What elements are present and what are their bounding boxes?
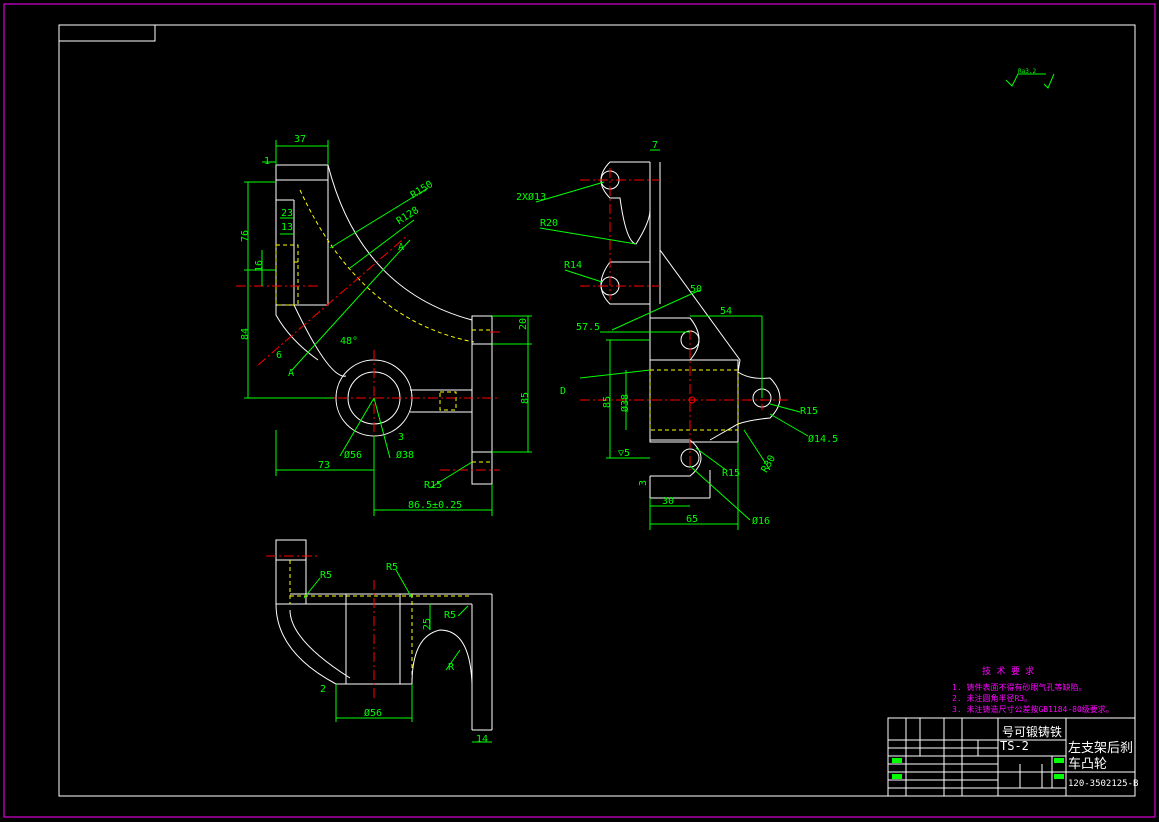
dim-right-dia-38: Ø38 bbox=[619, 394, 631, 412]
dim-bottom-r5-center: R5 bbox=[386, 562, 398, 573]
part-name-line-1: 左支架后刹 bbox=[1068, 741, 1133, 756]
dim-bottom-r5-right: R5 bbox=[444, 610, 456, 621]
dim-right-r20: R20 bbox=[540, 218, 558, 229]
dim-bottom-dia-56: Ø56 bbox=[364, 707, 382, 719]
title-block: 号可锻铸铁 TS-2 左支架后刹 车凸轮 120-3502125-B bbox=[887, 717, 1138, 797]
dim-front-85: 85 bbox=[520, 392, 531, 404]
dim-right-54: 54 bbox=[720, 306, 732, 317]
bottom-view: R5 R5 R5 25 R 2 Ø56 14 bbox=[266, 539, 493, 745]
dim-front-73: 73 bbox=[318, 460, 330, 471]
dim-bottom-25: 25 bbox=[422, 618, 433, 630]
dim-right-65: 65 bbox=[686, 514, 698, 525]
dim-front-16: 16 bbox=[254, 260, 265, 272]
inner-drawing-frame bbox=[58, 24, 1136, 797]
tech-req-item-3: 3. 未注铸造尺寸公差按GB1184-80级要求。 bbox=[952, 704, 1114, 714]
dim-right-dia-16: Ø16 bbox=[752, 515, 770, 527]
part-name-line-2: 车凸轮 bbox=[1068, 756, 1107, 772]
dim-front-6: 6 bbox=[276, 350, 282, 361]
section-label-a-bottom: A bbox=[288, 368, 294, 379]
dim-front-angle-48: 48° bbox=[340, 336, 358, 347]
material-code: TS-2 bbox=[1000, 739, 1029, 753]
dim-right-roughness-5: ▽5 bbox=[618, 448, 630, 459]
dim-right-50: 50 bbox=[690, 284, 702, 295]
material-name: 号可锻铸铁 bbox=[1002, 724, 1062, 739]
dim-right-85: 85 bbox=[602, 396, 613, 408]
dim-front-1: 1 bbox=[264, 156, 270, 167]
dim-bottom-r: R bbox=[448, 662, 455, 673]
dim-right-holes-2xd13: 2XØ13 bbox=[516, 191, 546, 203]
dim-right-r15-top: R15 bbox=[800, 406, 818, 417]
dim-right-57-5: 57.5 bbox=[576, 322, 600, 333]
dim-bottom-r5-left: R5 bbox=[320, 570, 332, 581]
view-label-d: D bbox=[560, 386, 566, 397]
section-label-a-top: A bbox=[398, 242, 404, 253]
dim-front-dia-38: Ø38 bbox=[396, 449, 414, 461]
dim-right-r14: R14 bbox=[564, 260, 582, 271]
dim-bottom-2: 2 bbox=[320, 684, 326, 695]
dim-right-dia-14-5: Ø14.5 bbox=[808, 433, 838, 445]
dim-front-width-37: 37 bbox=[294, 134, 306, 145]
dim-front-20: 20 bbox=[518, 318, 529, 330]
right-view: 7 2XØ13 R20 R14 50 54 57.5 D 85 Ø38 R15 … bbox=[516, 140, 838, 530]
corner-code-box bbox=[58, 24, 156, 42]
cad-drawing-canvas: 37 1 23 13 76 16 84 6 48° 73 Ø56 Ø38 3 R… bbox=[3, 3, 1156, 818]
dim-right-3: 3 bbox=[638, 480, 649, 486]
dim-front-76: 76 bbox=[240, 230, 251, 242]
dim-front-r150: R150 bbox=[409, 179, 435, 201]
dim-front-r15: R15 bbox=[424, 480, 442, 491]
dim-bottom-14: 14 bbox=[476, 734, 488, 745]
dim-right-r30: R30 bbox=[760, 454, 779, 475]
surface-roughness-symbol: Ra3.2 bbox=[1005, 68, 1055, 89]
dim-right-r15-bottom: R15 bbox=[722, 468, 740, 479]
dim-front-13: 13 bbox=[281, 222, 293, 233]
roughness-value: Ra3.2 bbox=[1018, 68, 1036, 75]
tech-req-item-2: 2. 未注圆角半径R3。 bbox=[952, 693, 1032, 703]
technical-requirements: 技 术 要 求 1. 铸件表面不得有砂眼气孔等缺陷。 2. 未注圆角半径R3。 … bbox=[952, 665, 1114, 714]
dim-right-30: 30 bbox=[662, 496, 674, 507]
dim-front-86-5: 86.5±0.25 bbox=[408, 500, 462, 511]
dim-front-23: 23 bbox=[281, 208, 293, 219]
dim-front-dia-56: Ø56 bbox=[344, 449, 362, 461]
tech-req-title: 技 术 要 求 bbox=[982, 665, 1034, 677]
dim-front-84: 84 bbox=[240, 328, 251, 340]
dim-right-7: 7 bbox=[652, 140, 658, 151]
dim-front-r128: R128 bbox=[395, 205, 421, 227]
dim-front-3: 3 bbox=[398, 432, 404, 443]
drawing-number: 120-3502125-B bbox=[1068, 779, 1138, 789]
front-view: 37 1 23 13 76 16 84 6 48° 73 Ø56 Ø38 3 R… bbox=[236, 134, 532, 516]
tech-req-item-1: 1. 铸件表面不得有砂眼气孔等缺陷。 bbox=[952, 682, 1086, 692]
